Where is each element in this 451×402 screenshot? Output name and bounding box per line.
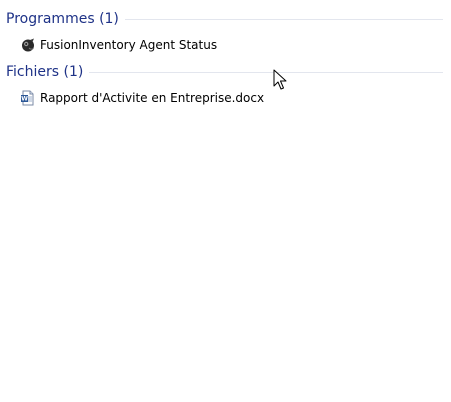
result-label: Rapport d'Activite en Entreprise.docx <box>40 91 265 105</box>
group-header-fichiers[interactable]: Fichiers (1) <box>6 63 443 81</box>
group-title-programmes: Programmes (1) <box>6 11 119 27</box>
mouse-cursor-icon <box>273 69 287 90</box>
group-title-fichiers: Fichiers (1) <box>6 64 84 80</box>
fusioninventory-app-icon <box>20 37 36 53</box>
group-header-programmes[interactable]: Programmes (1) <box>6 10 443 28</box>
group-separator-line <box>89 72 443 73</box>
result-item-fusioninventory[interactable]: FusionInventory Agent Status <box>18 36 219 54</box>
search-results-panel: Programmes (1) FusionInventory Agent Sta… <box>0 0 451 402</box>
result-label: FusionInventory Agent Status <box>40 38 218 52</box>
group-separator-line <box>124 19 443 20</box>
svg-text:W: W <box>21 96 28 103</box>
result-item-rapport-docx[interactable]: W Rapport d'Activite en Entreprise.docx <box>18 89 266 107</box>
word-document-icon: W <box>20 90 36 106</box>
